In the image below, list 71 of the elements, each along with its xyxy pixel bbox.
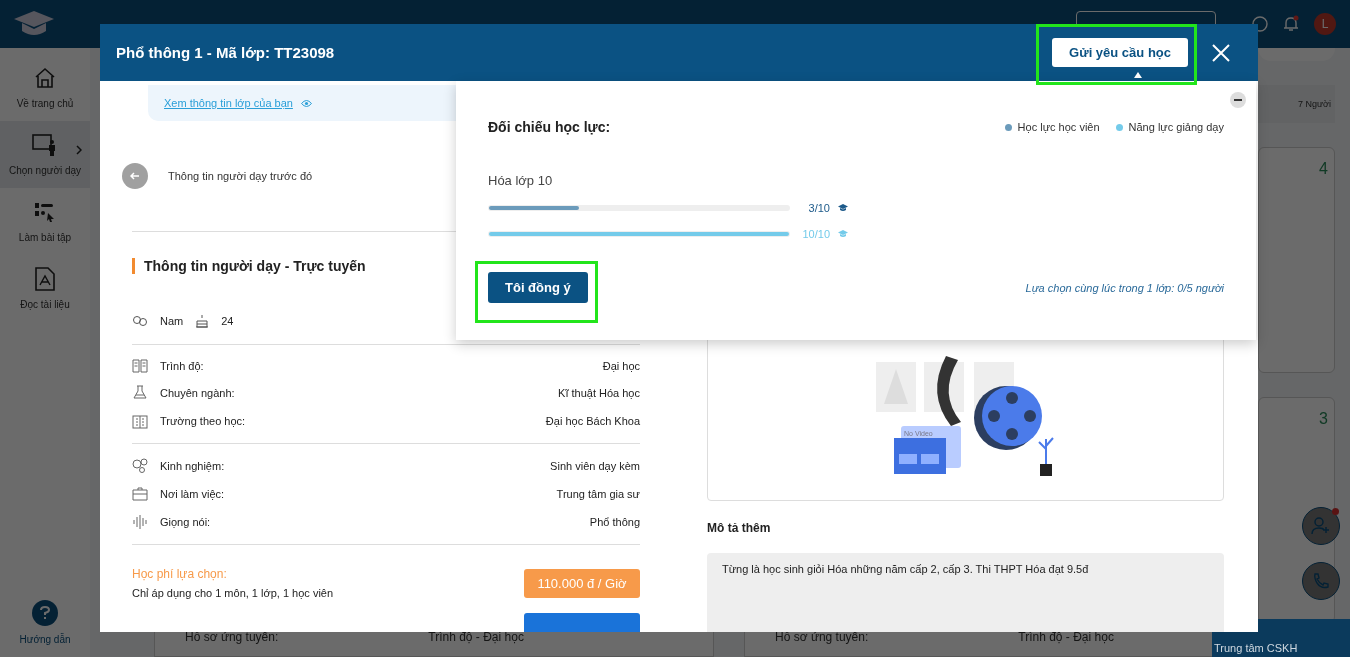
selection-note: Lựa chọn cùng lúc trong 1 lớp: 0/5 người <box>1025 281 1224 294</box>
info-value: Kĩ thuật Hóa học <box>558 387 640 399</box>
section-title: Thông tin người dạy - Trực tuyến <box>132 258 366 274</box>
gender-value: Nam <box>160 315 184 327</box>
voice-wave-icon <box>132 514 148 530</box>
gender-icon <box>132 315 148 327</box>
info-label: Kinh nghiệm: <box>160 460 226 472</box>
pdf-document-icon <box>34 267 56 291</box>
back-button[interactable] <box>122 163 148 189</box>
class-info-link[interactable]: Xem thông tin lớp của bạn <box>164 97 293 109</box>
card-value: Trình độ - Đại học <box>428 630 524 644</box>
teacher-card: 4 <box>1258 147 1335 373</box>
sidebar-item[interactable]: Đọc tài liệu <box>0 255 90 322</box>
subject-label: Hóa lớp 10 <box>488 173 554 188</box>
modal-title: Phổ thông 1 - Mã lớp: TT23098 <box>116 44 336 61</box>
back-label: Thông tin người dạy trước đó <box>168 170 313 182</box>
card-label: Hồ sơ ứng tuyển: <box>185 630 279 646</box>
graduation-cap-icon <box>14 11 54 37</box>
cake-icon <box>195 314 210 328</box>
sidebar-item[interactable]: Về trang chủ <box>0 54 90 121</box>
info-value: Sinh viên dạy kèm <box>550 460 640 472</box>
sidebar-item[interactable]: Làm bài tập <box>0 188 90 255</box>
arrow-left-icon <box>130 171 140 181</box>
add-user-icon <box>1311 516 1331 536</box>
info-label: Trường theo học: <box>160 415 247 427</box>
people-gear-icon <box>132 458 148 474</box>
teacher-board-icon <box>32 133 58 157</box>
age-value: 24 <box>221 315 234 327</box>
info-label: Giọng nói: <box>160 516 212 528</box>
quiz-icon <box>33 200 57 224</box>
support-subtitle[interactable]: Trung tâm CSKH <box>1214 642 1350 654</box>
request-button[interactable]: Gửi yêu cầu học <box>1052 38 1188 67</box>
book-icon <box>132 359 148 373</box>
info-value: Phổ thông <box>589 516 640 528</box>
legend-label: Năng lực giảng dạy <box>1128 121 1224 133</box>
card-value: Trình độ - Đại học <box>1018 630 1114 644</box>
info-label: Nơi làm việc: <box>160 488 226 500</box>
briefcase-icon <box>132 486 148 502</box>
info-value: Đại học Bách Khoa <box>545 415 640 427</box>
info-value: Đại học <box>602 360 640 372</box>
score-reading: 10/10 <box>801 228 830 240</box>
fee-title: Học phí lựa chọn: <box>132 567 228 581</box>
info-label: Trình độ: <box>160 360 205 372</box>
info-label: Chuyên ngành: <box>160 387 236 399</box>
graduation-cap-icon <box>838 230 848 238</box>
legend-label: Học lực học viên <box>1017 121 1100 133</box>
info-value: Trung tâm gia sư <box>556 488 640 500</box>
help-icon[interactable] <box>32 600 58 626</box>
description-box: Từng là học sinh giỏi Hóa những năm cấp 2, cấp 3. Thi THPT Hóa đạt 9.5đ <box>707 553 1224 632</box>
agree-button[interactable]: Tôi đồng ý <box>488 272 588 303</box>
count-label: 7 Người <box>1258 85 1335 123</box>
card-label: Hồ sơ ứng tuyển: <box>775 630 869 646</box>
flask-icon <box>132 385 148 401</box>
graduation-cap-icon <box>838 204 848 212</box>
help-label[interactable]: Hướng dẫn <box>19 634 71 645</box>
building-icon <box>132 413 148 429</box>
description-title: Mô tả thêm <box>707 521 772 535</box>
eye-icon <box>300 98 312 108</box>
user-avatar[interactable]: L <box>1314 13 1336 35</box>
close-icon[interactable] <box>1212 43 1230 62</box>
chevron-right-icon <box>76 145 82 155</box>
score-reading: 3/10 <box>807 202 830 214</box>
price-button[interactable]: 110.000 đ / Giờ <box>524 568 640 598</box>
popup-title: Đối chiếu học lực: <box>488 119 611 135</box>
phone-icon <box>1312 572 1330 590</box>
home-icon <box>33 66 57 90</box>
sidebar-item[interactable]: Chọn người dạy <box>0 121 90 188</box>
bell-icon[interactable] <box>1282 15 1300 33</box>
fee-note: Chỉ áp dụng cho 1 môn, 1 lớp, 1 học viên <box>132 587 334 599</box>
help-icon[interactable] <box>1252 16 1268 32</box>
collapse-icon[interactable] <box>1230 92 1246 108</box>
